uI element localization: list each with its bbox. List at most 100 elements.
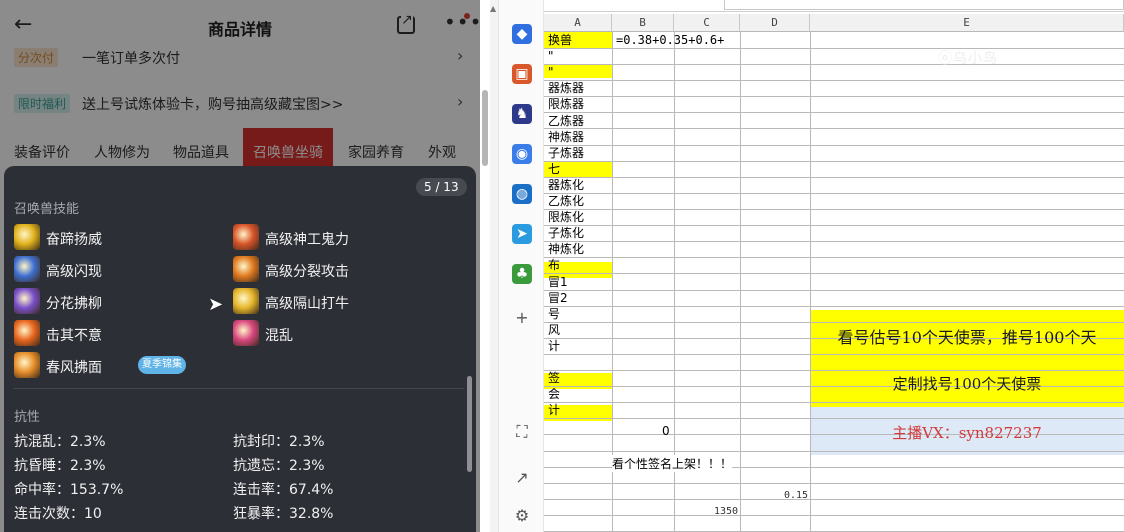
skill-item[interactable]: 高级分裂攻击	[233, 256, 433, 284]
column-header-d[interactable]: D	[740, 14, 810, 32]
row-gridline	[544, 193, 1124, 194]
row-gridline	[544, 354, 1124, 355]
flash-skill-icon	[14, 256, 40, 282]
cell-a[interactable]: 子炼化	[548, 225, 612, 241]
appraisal-text[interactable]: 看号估号10个天使票，推号100个天	[810, 324, 1124, 348]
split-attack-skill-icon	[233, 256, 259, 282]
row-gridline	[544, 418, 1124, 419]
cell-a[interactable]: 布	[548, 257, 612, 273]
cell-a[interactable]: 子炼器	[548, 145, 612, 161]
send-icon[interactable]: ➤	[512, 224, 532, 244]
skill-name: 高级分裂攻击	[265, 264, 349, 280]
cell-a[interactable]: 签	[548, 370, 612, 386]
column-header-a[interactable]: A	[544, 14, 612, 32]
cell-c-value[interactable]: 1350	[714, 506, 738, 517]
skill-item[interactable]: 击其不意	[14, 320, 214, 348]
skill-item[interactable]: 分花拂柳	[14, 288, 214, 316]
streamer-contact-text[interactable]: 主播VX：syn827237	[810, 422, 1124, 443]
skill-item[interactable]: 高级闪现	[14, 256, 214, 284]
spring-breeze-skill-icon	[14, 352, 40, 378]
outlook-icon[interactable]: ◍	[512, 184, 532, 204]
page-indicator: 5 / 13	[416, 178, 467, 196]
stat-value: 连击率：67.4%	[233, 482, 334, 498]
summon-detail-popover: 5 / 13 召唤兽技能 奋蹄扬威 高级神工鬼力高级闪现 高级分裂攻击分花拂柳 高级隔…	[4, 166, 476, 532]
briefcase-icon[interactable]: ▣	[512, 64, 532, 84]
row-gridline	[544, 177, 1124, 178]
cell-a[interactable]: 计	[548, 402, 612, 418]
cell-a[interactable]: 神炼器	[548, 129, 612, 145]
row-gridline	[544, 402, 1124, 403]
cell-a[interactable]: 冒2	[548, 290, 612, 306]
skill-item[interactable]: 奋蹄扬威	[14, 224, 214, 252]
cell-a[interactable]: 号	[548, 306, 612, 322]
chess-icon[interactable]: ♞	[512, 104, 532, 124]
skill-name: 击其不意	[46, 328, 102, 344]
copilot-icon[interactable]: ◉	[512, 144, 532, 164]
row-gridline	[544, 225, 1124, 226]
formula-bar	[544, 0, 1124, 12]
gear-icon[interactable]: ⚙	[512, 506, 532, 526]
external-link-icon[interactable]: ↗	[512, 468, 532, 488]
note-cell[interactable]: 看个性签名上架！！！	[612, 455, 733, 472]
tag-icon[interactable]: ◆	[512, 24, 532, 44]
cell-a[interactable]: 神炼化	[548, 241, 612, 257]
column-gridline	[740, 32, 741, 532]
mobile-scroll-track[interactable]: ▲	[490, 0, 498, 532]
popover-scrollbar[interactable]	[467, 376, 472, 472]
season-badge: 夏季锦集	[138, 356, 186, 374]
column-header-b[interactable]: B	[612, 14, 674, 32]
skill-name: 高级闪现	[46, 264, 102, 280]
row-gridline	[544, 80, 1124, 81]
plus-icon[interactable]: +	[512, 308, 532, 328]
hoof-skill-icon	[14, 224, 40, 250]
browser-sidebar: ◆ ▣ ♞ ◉ ◍ ➤ ♣ + ⛶ ↗ ⚙	[498, 0, 544, 532]
divine-force-skill-icon	[233, 224, 259, 250]
skill-item[interactable]: 混乱	[233, 320, 433, 348]
column-header-e[interactable]: E	[810, 14, 1124, 32]
column-header-c[interactable]: C	[674, 14, 740, 32]
cell-a[interactable]: "	[548, 64, 612, 80]
skill-name: 奋蹄扬威	[46, 232, 102, 248]
cell-b-zero[interactable]: 0	[662, 424, 670, 438]
cell-a[interactable]: 器炼化	[548, 177, 612, 193]
skill-item[interactable]: 春风拂面 夏季锦集	[14, 352, 214, 380]
cell-b-formula[interactable]: =0.38+0.35+0.6+	[616, 32, 724, 48]
cell-d-value[interactable]: 0.15	[784, 490, 808, 501]
row-gridline	[544, 209, 1124, 210]
cell-a[interactable]: 乙炼器	[548, 113, 612, 129]
mobile-app-pane: ← 商品详情 ••• 分次付 一笔订单多次付 › 限时福利 送上号试炼体验卡，购…	[0, 0, 480, 532]
row-gridline	[544, 306, 1124, 307]
page-scrollbar[interactable]	[482, 90, 488, 166]
custom-search-text[interactable]: 定制找号100个天使票	[810, 373, 1124, 394]
skills-section-title: 召唤兽技能	[14, 202, 80, 217]
row-gridline	[544, 290, 1124, 291]
cell-a[interactable]: 器炼器	[548, 80, 612, 96]
cell-a[interactable]: 会	[548, 386, 612, 402]
screenshot-icon[interactable]: ⛶	[512, 422, 532, 442]
skill-item[interactable]: 高级神工鬼力	[233, 224, 433, 252]
cell-a[interactable]: 限炼器	[548, 96, 612, 112]
mouse-cursor-icon: ➤	[208, 294, 224, 315]
cell-a[interactable]: 限炼化	[548, 209, 612, 225]
row-gridline	[544, 161, 1124, 162]
row-gridline	[544, 322, 1124, 323]
formula-input[interactable]	[724, 0, 1124, 10]
cell-a[interactable]: 计	[548, 338, 612, 354]
cell-a[interactable]: "	[548, 48, 612, 64]
row-gridline	[544, 370, 1124, 371]
watermark: ⓞ乌小鸟	[938, 51, 998, 67]
skill-item[interactable]: 高级隔山打牛	[233, 288, 433, 316]
stat-value: 命中率：153.7%	[14, 482, 124, 498]
cell-a[interactable]: 换兽	[548, 32, 612, 48]
cell-a[interactable]: 乙炼化	[548, 193, 612, 209]
cell-a[interactable]: 风	[548, 322, 612, 338]
resist-section-title: 抗性	[14, 410, 41, 425]
stat-value: 连击次数：10	[14, 506, 102, 522]
tree-icon[interactable]: ♣	[512, 264, 532, 284]
skill-name: 混乱	[265, 328, 293, 344]
cell-a[interactable]: 七	[548, 161, 612, 177]
skill-name: 分花拂柳	[46, 296, 102, 312]
row-gridline	[544, 257, 1124, 258]
cell-a[interactable]: 冒1	[548, 274, 612, 290]
spreadsheet: A B C D E 换兽 " " 器炼器 限炼器 乙炼器 神炼器 子炼器七器炼化 乙炼化 限炼化子…	[544, 0, 1124, 532]
